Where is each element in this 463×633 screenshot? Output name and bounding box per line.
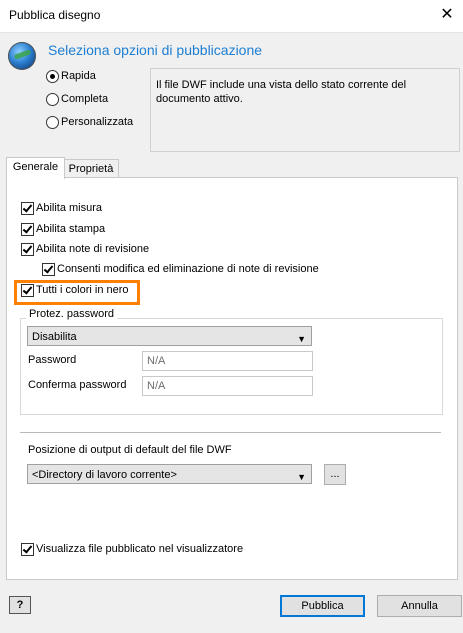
enable-markup-checkbox[interactable] <box>21 243 34 256</box>
confirm-password-label: Conferma password <box>28 379 127 391</box>
radio-completa[interactable] <box>46 93 59 106</box>
help-button[interactable]: ? <box>9 596 31 614</box>
password-label: Password <box>28 354 77 366</box>
view-in-viewer-checkbox[interactable] <box>21 543 34 556</box>
password-group-legend: Protez. password <box>26 308 117 320</box>
allow-markup-edit-label[interactable]: Consenti modifica ed eliminazione di not… <box>57 263 319 275</box>
view-in-viewer-label[interactable]: Visualizza file pubblicato nel visualizz… <box>36 543 243 555</box>
confirm-password-input[interactable]: N/A <box>142 376 313 396</box>
browse-button[interactable]: ... <box>324 464 346 485</box>
all-black-label[interactable]: Tutti i colori in nero <box>36 284 129 296</box>
header-title: Seleziona opzioni di pubblicazione <box>48 42 263 58</box>
close-icon[interactable]: ✕ <box>437 5 457 25</box>
globe-icon <box>8 42 36 70</box>
radio-rapida-label[interactable]: Rapida <box>61 70 96 82</box>
description-text: Il file DWF include una vista dello stat… <box>156 79 407 105</box>
tab-generale[interactable]: Generale <box>6 157 65 179</box>
protection-select-value: Disabilita <box>32 331 77 343</box>
help-icon: ? <box>16 599 24 611</box>
password-input[interactable]: N/A <box>142 351 313 371</box>
enable-print-checkbox[interactable] <box>21 223 34 236</box>
cancel-button[interactable]: Annulla <box>377 595 462 617</box>
output-location-select[interactable]: <Directory di lavoro corrente> ▼ <box>27 464 312 484</box>
radio-personalizzata[interactable] <box>46 116 59 129</box>
enable-print-label[interactable]: Abilita stampa <box>36 223 105 235</box>
radio-personalizzata-label[interactable]: Personalizzata <box>61 116 133 128</box>
output-location-value: <Directory di lavoro corrente> <box>32 469 177 481</box>
tab-proprieta[interactable]: Proprietà <box>63 159 119 179</box>
radio-completa-label[interactable]: Completa <box>61 93 108 105</box>
allow-markup-edit-checkbox[interactable] <box>42 263 55 276</box>
enable-markup-label[interactable]: Abilita note di revisione <box>36 243 149 255</box>
output-location-label: Posizione di output di default del file … <box>28 444 232 456</box>
chevron-down-icon: ▼ <box>297 472 306 482</box>
divider <box>20 432 441 433</box>
window-title: Pubblica disegno <box>9 8 101 22</box>
chevron-down-icon: ▼ <box>297 334 306 344</box>
radio-rapida[interactable] <box>46 70 59 83</box>
publish-button[interactable]: Pubblica <box>280 595 365 617</box>
enable-measure-label[interactable]: Abilita misura <box>36 202 102 214</box>
all-black-checkbox[interactable] <box>21 284 34 297</box>
protection-select[interactable]: Disabilita ▼ <box>27 326 312 346</box>
enable-measure-checkbox[interactable] <box>21 202 34 215</box>
